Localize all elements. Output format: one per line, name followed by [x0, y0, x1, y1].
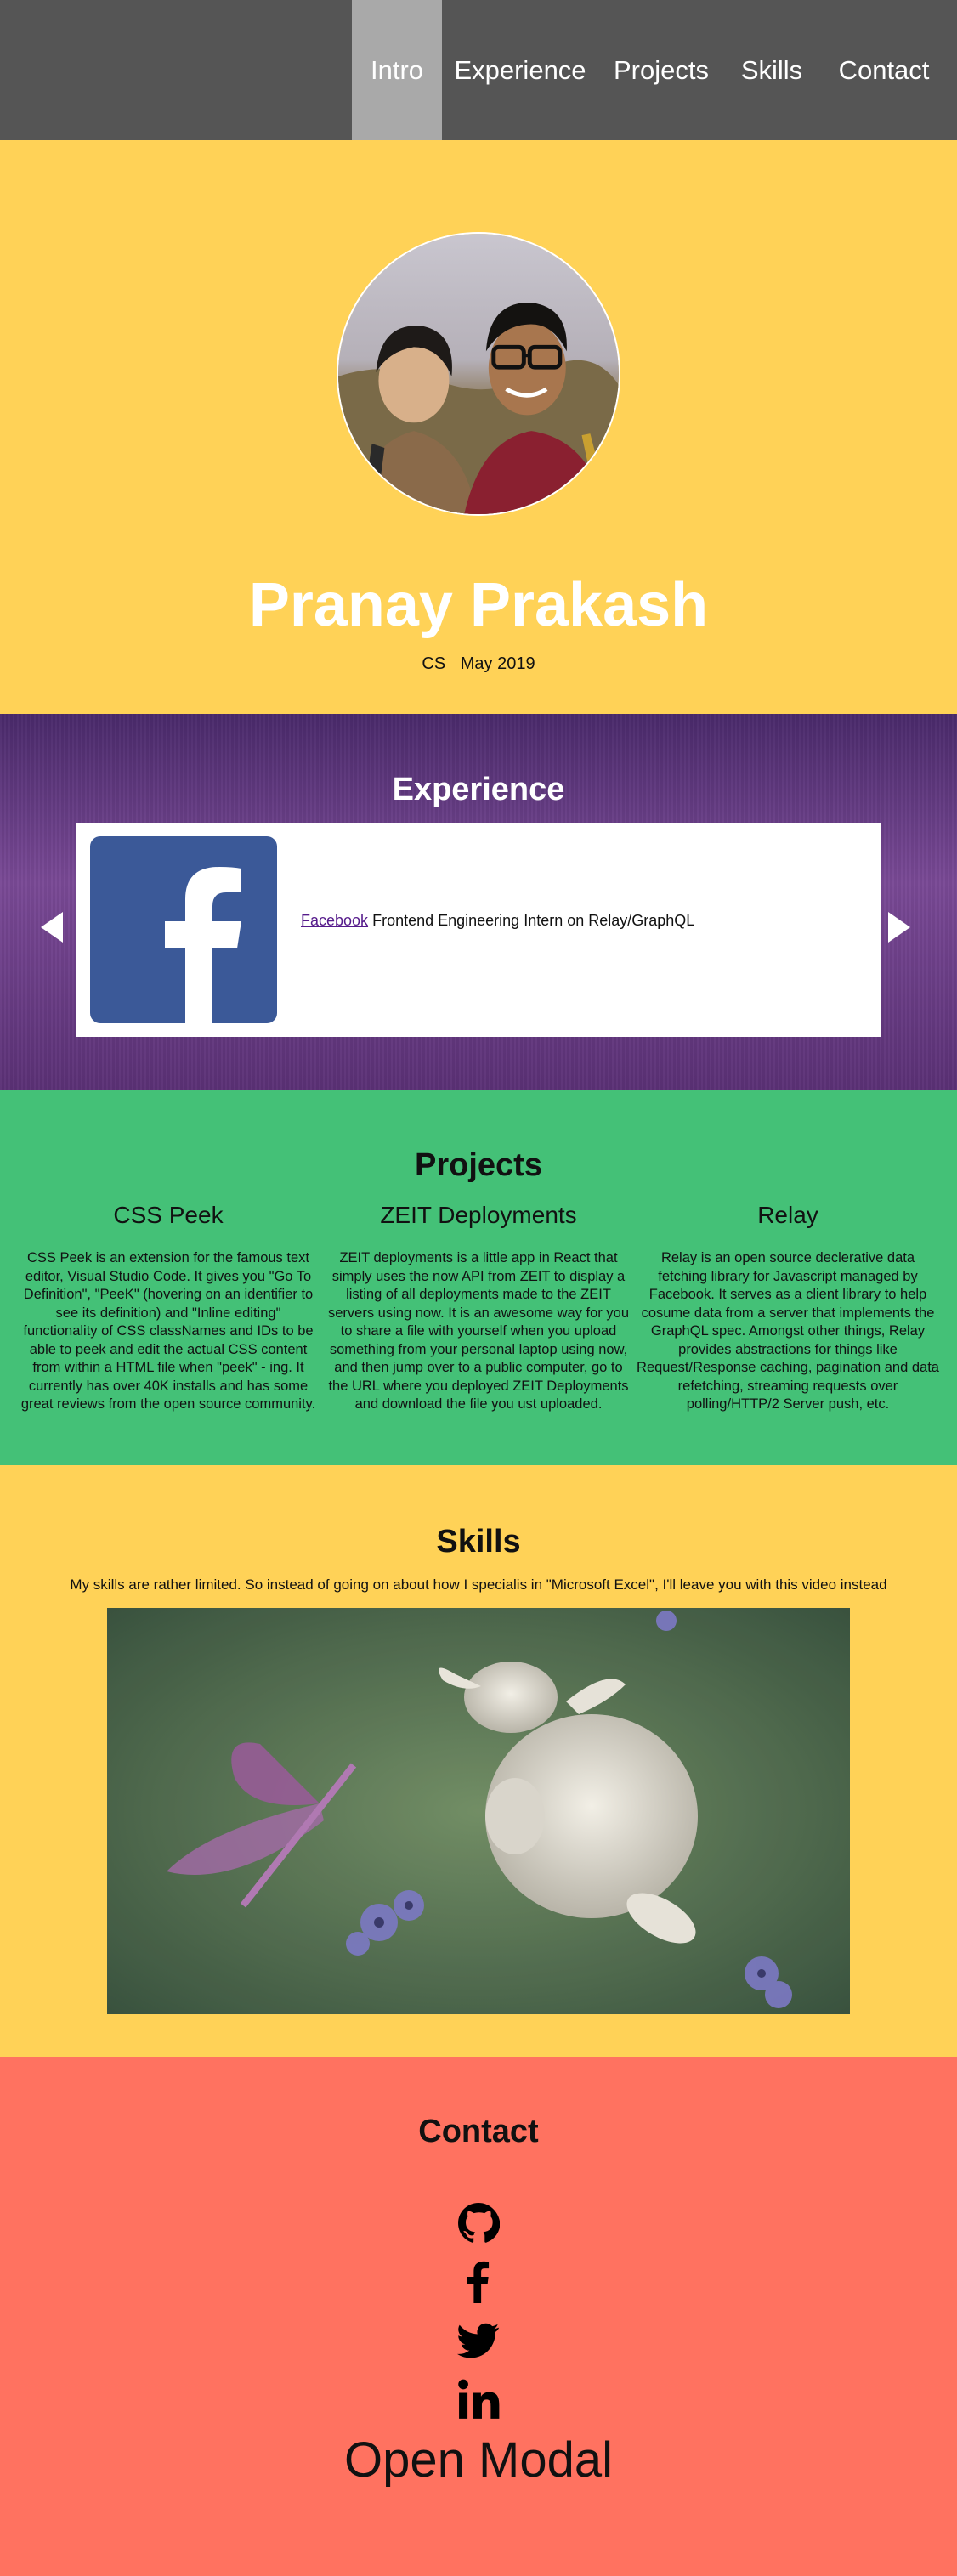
open-modal-button[interactable]: Open Modal	[0, 2431, 957, 2490]
project-card-css-peek: CSS Peek CSS Peek is an extension for th…	[17, 1200, 320, 1414]
facebook-logo	[90, 836, 277, 1023]
project-description: ZEIT deployments is a little app in Reac…	[328, 1250, 629, 1412]
carousel-prev-arrow[interactable]	[41, 912, 63, 943]
experience-company-link[interactable]: Facebook	[301, 912, 368, 929]
nav-item-contact[interactable]: Contact	[828, 0, 940, 140]
nav-item-experience[interactable]: Experience	[450, 0, 590, 140]
experience-role: Frontend Engineering Intern on Relay/Gra…	[372, 912, 695, 929]
project-name: ZEIT Deployments	[380, 1202, 577, 1228]
skills-title: Skills	[436, 1524, 521, 1560]
profile-meta: CS May 2019	[0, 654, 957, 674]
carousel-next-arrow[interactable]	[888, 912, 910, 943]
project-name: CSS Peek	[113, 1202, 224, 1228]
github-icon[interactable]	[457, 2202, 500, 2245]
profile-graduation: May 2019	[460, 654, 535, 673]
experience-section: Experience Facebook Frontend Engineering…	[0, 714, 957, 1090]
intro-section: Pranay Prakash CS May 2019	[0, 140, 957, 714]
skills-section: Skills My skills are rather limited. So …	[0, 1465, 957, 2057]
project-name: Relay	[757, 1202, 818, 1228]
project-card-relay: Relay Relay is an open source declerativ…	[637, 1200, 939, 1414]
project-card-zeit-deployments: ZEIT Deployments ZEIT deployments is a l…	[327, 1200, 630, 1414]
nav-item-projects[interactable]: Projects	[604, 0, 718, 140]
experience-card: Facebook Frontend Engineering Intern on …	[76, 823, 881, 1037]
project-description: CSS Peek is an extension for the famous …	[20, 1250, 316, 1412]
experience-description: Facebook Frontend Engineering Intern on …	[301, 910, 694, 931]
experience-title: Experience	[392, 772, 565, 807]
top-navbar: Intro Experience Projects Skills Contact	[0, 0, 957, 140]
profile-photo	[337, 232, 620, 516]
contact-section: Contact Open Modal	[0, 2057, 957, 2576]
nav-item-intro[interactable]: Intro	[352, 0, 442, 140]
skills-text: My skills are rather limited. So instead…	[70, 1577, 887, 1593]
skills-video[interactable]	[107, 1608, 850, 2014]
profile-major: CS	[422, 654, 446, 673]
facebook-icon[interactable]	[457, 2261, 500, 2303]
nav-item-skills[interactable]: Skills	[733, 0, 811, 140]
profile-name: Pranay Prakash	[248, 571, 709, 639]
contact-title: Contact	[418, 2114, 539, 2149]
projects-title: Projects	[415, 1147, 542, 1183]
linkedin-icon[interactable]	[457, 2378, 500, 2420]
projects-section: Projects CSS Peek CSS Peek is an extensi…	[0, 1090, 957, 1465]
project-description: Relay is an open source declerative data…	[637, 1250, 939, 1412]
twitter-icon[interactable]	[457, 2319, 500, 2362]
